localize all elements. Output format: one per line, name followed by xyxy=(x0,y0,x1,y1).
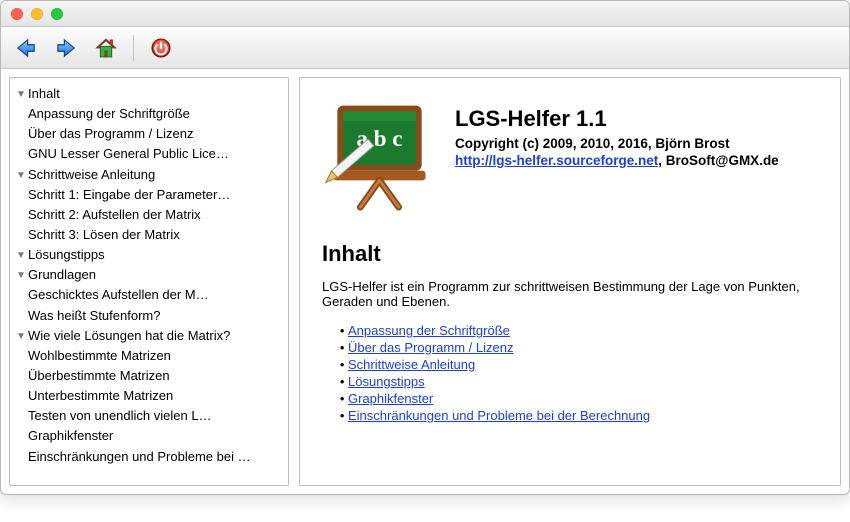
minimize-icon[interactable] xyxy=(31,8,43,20)
project-url[interactable]: http://lgs-helfer.sourceforge.net xyxy=(455,153,658,168)
nav-tree: ▼Inhalt Anpassung der Schriftgröße Über … xyxy=(9,77,289,486)
tree-item-label: Einschränkungen und Probleme bei … xyxy=(28,449,251,464)
tree-item-label: Anpassung der Schriftgröße xyxy=(28,106,190,121)
tree-item[interactable]: Testen von unendlich vielen L… xyxy=(14,406,284,426)
section-heading: Inhalt xyxy=(322,241,818,267)
toc-link[interactable]: Schrittweise Anleitung xyxy=(348,357,475,372)
tree-item-label: Schritt 2: Aufstellen der Matrix xyxy=(28,207,201,222)
tree-item-label: Wie viele Lösungen hat die Matrix? xyxy=(28,328,230,343)
forward-button[interactable] xyxy=(49,33,83,63)
tree-item[interactable]: Unterbestimmte Matrizen xyxy=(14,386,284,406)
content-area: ▼Inhalt Anpassung der Schriftgröße Über … xyxy=(1,69,849,494)
tree-item-label: Grundlagen xyxy=(28,267,96,282)
tree-item[interactable]: Was heißt Stufenform? xyxy=(14,306,284,326)
tree-item-label: Wohlbestimmte Matrizen xyxy=(28,348,171,363)
tree-item-label: Was heißt Stufenform? xyxy=(28,308,160,323)
toc-link-item: Graphikfenster xyxy=(348,391,818,406)
tree-item-label: GNU Lesser General Public Lice… xyxy=(28,146,229,161)
description: LGS-Helfer ist ein Programm zur schrittw… xyxy=(322,279,818,309)
toc-links: Anpassung der Schriftgröße Über das Progr… xyxy=(322,323,818,423)
window-controls xyxy=(11,8,63,20)
toc-link[interactable]: Anpassung der Schriftgröße xyxy=(348,323,510,338)
toc-link[interactable]: Graphikfenster xyxy=(348,391,433,406)
link-line: http://lgs-helfer.sourceforge.net, BroSo… xyxy=(455,153,779,168)
toc-link[interactable]: Einschränkungen und Probleme bei der Ber… xyxy=(348,408,650,423)
toc-link-item: Einschränkungen und Probleme bei der Ber… xyxy=(348,408,818,423)
tree-item-label: Graphikfenster xyxy=(28,428,113,443)
chalkboard-icon: a b c xyxy=(322,96,437,211)
disclosure-icon[interactable]: ▼ xyxy=(14,168,28,184)
titlebar xyxy=(1,1,849,27)
tree-item[interactable]: ▼Grundlagen xyxy=(14,265,284,285)
tree-item[interactable]: Anpassung der Schriftgröße xyxy=(14,104,284,124)
tree-item[interactable]: ▼Schrittweise Anleitung xyxy=(14,165,284,185)
forward-icon xyxy=(53,35,79,61)
title-block: LGS-Helfer 1.1 Copyright (c) 2009, 2010,… xyxy=(455,96,779,168)
tree-item-label: Schritt 3: Lösen der Matrix xyxy=(28,227,180,242)
tree-item-label: Testen von unendlich vielen L… xyxy=(28,408,212,423)
main-panel: a b c LGS-Helfer 1.1 Copyright (c) 2009,… xyxy=(299,77,841,486)
toolbar-separator xyxy=(133,35,134,61)
tree-item[interactable]: Einschränkungen und Probleme bei … xyxy=(14,447,284,467)
tree-item[interactable]: Graphikfenster xyxy=(14,426,284,446)
disclosure-icon[interactable]: ▼ xyxy=(14,248,28,264)
home-icon xyxy=(93,35,119,61)
tree-item-label: Schritt 1: Eingabe der Parameter… xyxy=(28,187,230,202)
power-icon xyxy=(148,35,174,61)
tree-item-label: Überbestimmte Matrizen xyxy=(28,368,170,383)
disclosure-icon[interactable]: ▼ xyxy=(14,329,28,345)
toc-link[interactable]: Über das Programm / Lizenz xyxy=(348,340,513,355)
tree-item-label: Unterbestimmte Matrizen xyxy=(28,388,173,403)
tree-item-label: Geschicktes Aufstellen der M… xyxy=(28,287,209,302)
tree-item[interactable]: ▼Inhalt xyxy=(14,84,284,104)
disclosure-icon[interactable]: ▼ xyxy=(14,87,28,103)
toolbar xyxy=(1,27,849,69)
toc-link-item: Lösungstipps xyxy=(348,374,818,389)
tree-item[interactable]: ▼Lösungstipps xyxy=(14,245,284,265)
home-button[interactable] xyxy=(89,33,123,63)
back-button[interactable] xyxy=(9,33,43,63)
tree-item[interactable]: Schritt 1: Eingabe der Parameter… xyxy=(14,185,284,205)
close-icon[interactable] xyxy=(11,8,23,20)
toc-link-item: Schrittweise Anleitung xyxy=(348,357,818,372)
help-window: ▼Inhalt Anpassung der Schriftgröße Über … xyxy=(0,0,850,495)
tree-item-label: Über das Programm / Lizenz xyxy=(28,126,193,141)
tree-item-label: Lösungstipps xyxy=(28,247,105,262)
toc-link[interactable]: Lösungstipps xyxy=(348,374,425,389)
tree-item-label: Inhalt xyxy=(28,86,60,101)
tree-item[interactable]: Schritt 3: Lösen der Matrix xyxy=(14,225,284,245)
power-button[interactable] xyxy=(144,33,178,63)
toc-link-item: Anpassung der Schriftgröße xyxy=(348,323,818,338)
tree-item[interactable]: Schritt 2: Aufstellen der Matrix xyxy=(14,205,284,225)
back-icon xyxy=(13,35,39,61)
tree-item[interactable]: Geschicktes Aufstellen der M… xyxy=(14,285,284,305)
email-suffix: , BroSoft@GMX.de xyxy=(658,153,778,168)
tree-item[interactable]: ▼Wie viele Lösungen hat die Matrix? xyxy=(14,326,284,346)
tree-item-label: Schrittweise Anleitung xyxy=(28,167,155,182)
zoom-icon[interactable] xyxy=(51,8,63,20)
tree-item[interactable]: GNU Lesser General Public Lice… xyxy=(14,144,284,164)
tree-item[interactable]: Überbestimmte Matrizen xyxy=(14,366,284,386)
copyright-line: Copyright (c) 2009, 2010, 2016, Björn Br… xyxy=(455,136,779,151)
tree-item[interactable]: Wohlbestimmte Matrizen xyxy=(14,346,284,366)
disclosure-icon[interactable]: ▼ xyxy=(14,268,28,284)
app-title: LGS-Helfer 1.1 xyxy=(455,106,779,132)
tree-item[interactable]: Über das Programm / Lizenz xyxy=(14,124,284,144)
toc-link-item: Über das Programm / Lizenz xyxy=(348,340,818,355)
